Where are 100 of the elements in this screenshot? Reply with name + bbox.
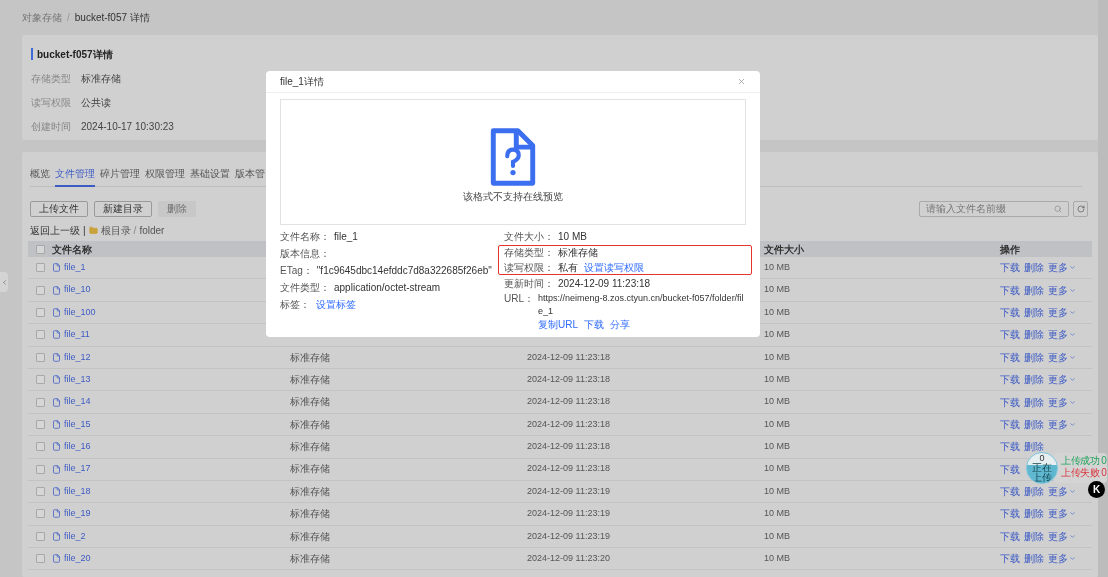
file-name-link[interactable]: file_1 — [64, 260, 86, 275]
file-name-link[interactable]: file_100 — [64, 305, 96, 320]
action-link[interactable]: 下载 — [1000, 394, 1020, 410]
action-link[interactable]: 删除 — [1024, 327, 1044, 343]
checkbox[interactable] — [35, 419, 45, 429]
file-icon — [52, 531, 61, 541]
file-name-link[interactable]: file_2 — [64, 529, 86, 544]
action-link[interactable]: 下载 — [1000, 461, 1020, 477]
collapse-handle[interactable] — [0, 272, 8, 292]
link[interactable]: 设置标签 — [316, 298, 356, 311]
more-menu[interactable]: 更多 — [1048, 327, 1076, 343]
action-link[interactable]: 下载 — [1000, 506, 1020, 522]
more-menu[interactable]: 更多 — [1048, 260, 1076, 276]
action-link[interactable]: 删除 — [1024, 484, 1044, 500]
action-link[interactable]: 删除 — [1024, 282, 1044, 298]
file-name-link[interactable]: file_13 — [64, 372, 91, 387]
action-link[interactable]: 删除 — [1024, 260, 1044, 276]
column-header: 文件大小 — [764, 243, 804, 255]
checkbox[interactable] — [35, 554, 45, 564]
action-link[interactable]: 下载 — [1000, 372, 1020, 388]
more-menu[interactable]: 更多 — [1048, 551, 1076, 567]
tab[interactable]: 碎片管理 — [100, 166, 140, 187]
file-name-link[interactable]: file_17 — [64, 462, 91, 476]
more-menu[interactable]: 更多 — [1048, 416, 1076, 432]
checkbox[interactable] — [35, 330, 45, 340]
checkbox[interactable] — [35, 352, 45, 362]
action-link[interactable]: 下载 — [1000, 484, 1020, 500]
action-link[interactable]: 删除 — [1024, 439, 1044, 455]
file-name-link[interactable]: file_11 — [64, 328, 90, 342]
action-link[interactable]: 下载 — [1000, 304, 1020, 320]
action-link[interactable]: 删除 — [1024, 506, 1044, 522]
file-name-link[interactable]: file_14 — [64, 395, 91, 409]
action-link[interactable]: 下载 — [1000, 327, 1020, 343]
more-menu[interactable]: 更多 — [1048, 304, 1076, 320]
checkbox[interactable] — [35, 285, 45, 295]
action-link[interactable]: 删除 — [1024, 551, 1044, 567]
unknown-file-icon — [490, 126, 536, 187]
more-menu[interactable]: 更多 — [1048, 506, 1076, 522]
action-link[interactable]: 删除 — [1024, 349, 1044, 365]
table-cell: 标准存储 — [290, 508, 330, 520]
file-name-link[interactable]: file_18 — [64, 484, 91, 499]
file-icon — [52, 464, 61, 474]
path-link[interactable]: 根目录 — [100, 222, 131, 238]
refresh-button[interactable] — [1073, 200, 1088, 217]
more-menu[interactable]: 更多 — [1048, 372, 1076, 388]
checkbox[interactable] — [35, 375, 45, 385]
more-menu[interactable]: 更多 — [1048, 484, 1076, 500]
table-cell: 2024-12-09 11:23:18 — [527, 463, 610, 474]
file-name-link[interactable]: file_10 — [64, 283, 91, 297]
search-field[interactable]: 请输入文件名前缀 — [919, 200, 1069, 217]
checkbox[interactable] — [35, 442, 45, 452]
tab[interactable]: 权限管理 — [145, 166, 185, 187]
action-link[interactable]: 下载 — [1000, 349, 1020, 365]
action-link[interactable]: 删除 — [1024, 528, 1044, 544]
checkbox[interactable] — [35, 263, 45, 273]
file-name-link[interactable]: file_16 — [64, 440, 91, 454]
checkbox[interactable] — [35, 397, 45, 407]
close-icon[interactable] — [737, 77, 746, 86]
action-link[interactable]: 下载 — [1000, 260, 1020, 276]
action-link[interactable]: 下载 — [1000, 282, 1020, 298]
back-link[interactable]: 返回上一级 — [30, 222, 80, 238]
file-name-link[interactable]: file_20 — [64, 552, 91, 566]
checkbox[interactable] — [35, 464, 45, 474]
field-label: 存储类型： — [504, 246, 554, 259]
checkbox[interactable] — [35, 244, 45, 254]
table-cell: 2024-12-09 11:23:18 — [527, 441, 610, 452]
link[interactable]: 分享 — [610, 318, 631, 331]
checkbox[interactable] — [35, 307, 45, 317]
link[interactable]: 下载 — [584, 318, 605, 331]
action-link[interactable]: 下载 — [1000, 416, 1020, 432]
tab[interactable]: 版本管 — [235, 166, 265, 187]
action-link[interactable]: 删除 — [1024, 394, 1044, 410]
file-name-link[interactable]: file_12 — [64, 350, 91, 364]
checkbox[interactable] — [35, 487, 45, 497]
more-menu[interactable]: 更多 — [1048, 394, 1076, 410]
more-menu[interactable]: 更多 — [1048, 349, 1076, 365]
tab[interactable]: 文件管理 — [55, 166, 95, 187]
action-link[interactable]: 删除 — [1024, 304, 1044, 320]
checkbox[interactable] — [35, 509, 45, 519]
more-menu[interactable]: 更多 — [1048, 282, 1076, 298]
checkbox[interactable] — [35, 531, 45, 541]
table-cell: 10 MB — [764, 418, 790, 429]
file-name-link[interactable]: file_15 — [64, 417, 91, 432]
table-cell: 10 MB — [764, 396, 790, 407]
breadcrumb-item[interactable]: 对象存储 — [22, 10, 62, 25]
action-link[interactable]: 下载 — [1000, 528, 1020, 544]
tab[interactable]: 概览 — [30, 166, 50, 187]
toolbar-button[interactable]: 新建目录 — [94, 200, 152, 217]
chevron-down-icon — [1069, 264, 1076, 272]
table-cell: 标准存储 — [290, 351, 330, 363]
toolbar-button[interactable]: 上传文件 — [30, 200, 88, 217]
action-link[interactable]: 下载 — [1000, 551, 1020, 567]
tab[interactable]: 基础设置 — [190, 166, 230, 187]
action-link[interactable]: 下载 — [1000, 439, 1020, 455]
action-link[interactable]: 删除 — [1024, 416, 1044, 432]
link[interactable]: 设置读写权限 — [584, 261, 644, 274]
action-link[interactable]: 删除 — [1024, 372, 1044, 388]
link[interactable]: 复制URL — [538, 318, 579, 331]
more-menu[interactable]: 更多 — [1048, 528, 1076, 544]
file-name-link[interactable]: file_19 — [64, 507, 91, 521]
